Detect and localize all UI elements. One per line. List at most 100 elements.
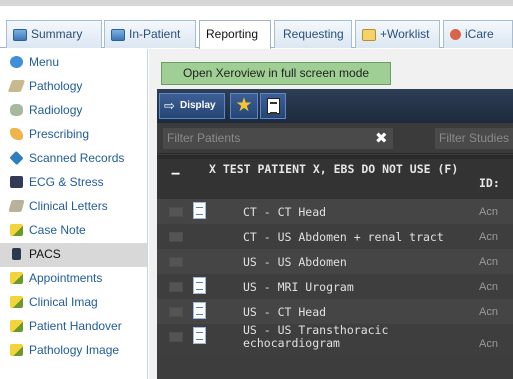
tab-icare[interactable]: iCare <box>443 20 513 48</box>
sidebar-item-clinical-imag[interactable]: Clinical Imag <box>0 291 147 315</box>
sidebar-item-label: Case Note <box>29 223 86 237</box>
arrow-right-icon: ⇨ <box>164 98 175 113</box>
sidebar-item-label: Menu <box>29 55 60 69</box>
sidebar-item-prescribing[interactable]: Prescribing <box>0 123 147 147</box>
display-label: Display <box>180 100 216 111</box>
worklist-icon <box>362 28 376 41</box>
pencil-icon <box>10 224 23 236</box>
study-checkbox[interactable] <box>169 332 183 342</box>
report-button[interactable] <box>260 93 286 119</box>
help-icon <box>10 56 23 68</box>
study-accession: Acn <box>479 306 498 318</box>
clear-filter-icon[interactable]: ✖ <box>375 128 388 149</box>
pencil-icon <box>10 272 23 284</box>
radiology-icon <box>10 104 23 116</box>
tab-label: Summary <box>31 27 83 41</box>
tab-in-patient[interactable]: In-Patient <box>104 20 196 48</box>
study-checkbox[interactable] <box>169 207 183 217</box>
tab-requesting[interactable]: Requesting <box>274 20 352 48</box>
ecg-icon <box>10 176 23 188</box>
sidebar-item-clinical-letters[interactable]: Clinical Letters <box>0 195 147 219</box>
pencil-icon <box>10 296 23 308</box>
sidebar-item-menu[interactable]: Menu <box>0 51 147 75</box>
xero-viewer: ⇨ Display ★ ✖ − X TEST PATIENT X, EBS DO … <box>157 89 513 379</box>
tab-worklist[interactable]: +Worklist <box>355 20 440 48</box>
tab-summary[interactable]: Summary <box>6 20 102 48</box>
study-row[interactable]: US - CT Head Acn <box>157 299 513 324</box>
filter-studies-input[interactable] <box>435 128 513 149</box>
sidebar-item-label: Pathology <box>29 79 83 93</box>
report-document-icon[interactable] <box>193 202 206 219</box>
scanned-records-icon <box>9 150 24 166</box>
filter-row: ✖ <box>157 123 513 154</box>
study-checkbox[interactable] <box>169 232 183 242</box>
letter-icon <box>8 200 25 212</box>
tab-label: iCare <box>465 27 494 41</box>
favourite-button[interactable]: ★ <box>230 93 258 119</box>
viewer-toolbar: ⇨ Display ★ <box>157 89 513 123</box>
study-checkbox[interactable] <box>169 282 183 292</box>
filter-patients-input[interactable] <box>163 128 393 149</box>
sidebar-item-label: Clinical Letters <box>29 199 108 213</box>
pencil-icon <box>10 320 23 332</box>
patient-name: X TEST PATIENT X, EBS DO NOT USE (F) <box>209 162 459 176</box>
report-document-icon[interactable] <box>193 327 206 344</box>
study-description: US - US Transthoracic echocardiogram <box>243 323 389 350</box>
document-icon <box>267 98 280 114</box>
tab-label: Requesting <box>283 27 344 41</box>
sidebar-item-label: PACS <box>29 247 61 261</box>
study-accession: Acn <box>479 281 498 293</box>
sidebar-item-ecg-stress[interactable]: ECG & Stress <box>0 171 147 195</box>
sidebar-item-radiology[interactable]: Radiology <box>0 99 147 123</box>
study-row[interactable]: US - US Abdomen Acn <box>157 249 513 274</box>
sidebar-item-label: Pathology Image <box>29 343 120 357</box>
study-checkbox[interactable] <box>169 257 183 267</box>
tab-label: Reporting <box>206 27 259 41</box>
sidebar-item-label: ECG & Stress <box>29 175 104 189</box>
study-description: CT - US Abdomen + renal tract <box>243 230 444 244</box>
study-row[interactable]: CT - CT Head Acn <box>157 199 513 224</box>
summary-icon <box>13 28 27 41</box>
study-description: US - MRI Urogram <box>243 280 354 294</box>
sidebar-item-pathology-image[interactable]: Pathology Image <box>0 339 147 363</box>
sidebar: Menu Pathology Radiology Prescribing Sca… <box>0 49 148 379</box>
study-accession: Acn <box>479 231 498 243</box>
study-checkbox[interactable] <box>169 307 183 317</box>
open-xeroview-button[interactable]: Open Xeroview in full screen mode <box>161 62 391 85</box>
sidebar-item-label: Appointments <box>29 271 103 285</box>
icare-icon <box>450 29 461 41</box>
sidebar-item-patient-handover[interactable]: Patient Handover <box>0 315 147 339</box>
study-accession: Acn <box>479 206 498 218</box>
report-document-icon[interactable] <box>193 277 206 294</box>
sidebar-item-label: Scanned Records <box>29 151 125 165</box>
study-row[interactable]: US - MRI Urogram Acn <box>157 274 513 299</box>
study-row[interactable]: CT - US Abdomen + renal tract Acn <box>157 224 513 249</box>
study-accession: Acn <box>479 338 498 350</box>
tab-label: In-Patient <box>129 27 181 41</box>
display-button[interactable]: ⇨ Display <box>159 93 225 119</box>
pacs-icon <box>12 248 21 260</box>
sidebar-item-label: Clinical Imag <box>29 295 98 309</box>
sidebar-item-label: Radiology <box>29 103 83 117</box>
study-row[interactable]: US - US Transthoracic echocardiogram Acn <box>157 324 513 354</box>
patient-header[interactable]: − X TEST PATIENT X, EBS DO NOT USE (F) I… <box>157 155 513 199</box>
main-panel: Open Xeroview in full screen mode ⇨ Displ… <box>149 49 513 379</box>
window-top-strip <box>0 0 513 18</box>
in-patient-icon <box>111 28 125 41</box>
tab-bar: Summary In-Patient Reporting Requesting … <box>0 18 513 49</box>
pill-icon <box>10 128 23 140</box>
tab-reporting[interactable]: Reporting <box>199 20 271 49</box>
patient-id-label: ID: <box>479 176 500 190</box>
study-accession: Acn <box>479 256 498 268</box>
sidebar-item-appointments[interactable]: Appointments <box>0 267 147 291</box>
tab-label: +Worklist <box>380 27 430 41</box>
sidebar-item-scanned-records[interactable]: Scanned Records <box>0 147 147 171</box>
collapse-icon[interactable]: − <box>171 166 180 184</box>
sidebar-item-pathology[interactable]: Pathology <box>0 75 147 99</box>
sidebar-item-case-note[interactable]: Case Note <box>0 219 147 243</box>
sidebar-item-pacs[interactable]: PACS <box>0 243 147 267</box>
study-description: US - CT Head <box>243 305 327 319</box>
pathology-icon <box>7 80 26 92</box>
sidebar-item-label: Prescribing <box>29 127 90 141</box>
report-document-icon[interactable] <box>193 302 206 319</box>
